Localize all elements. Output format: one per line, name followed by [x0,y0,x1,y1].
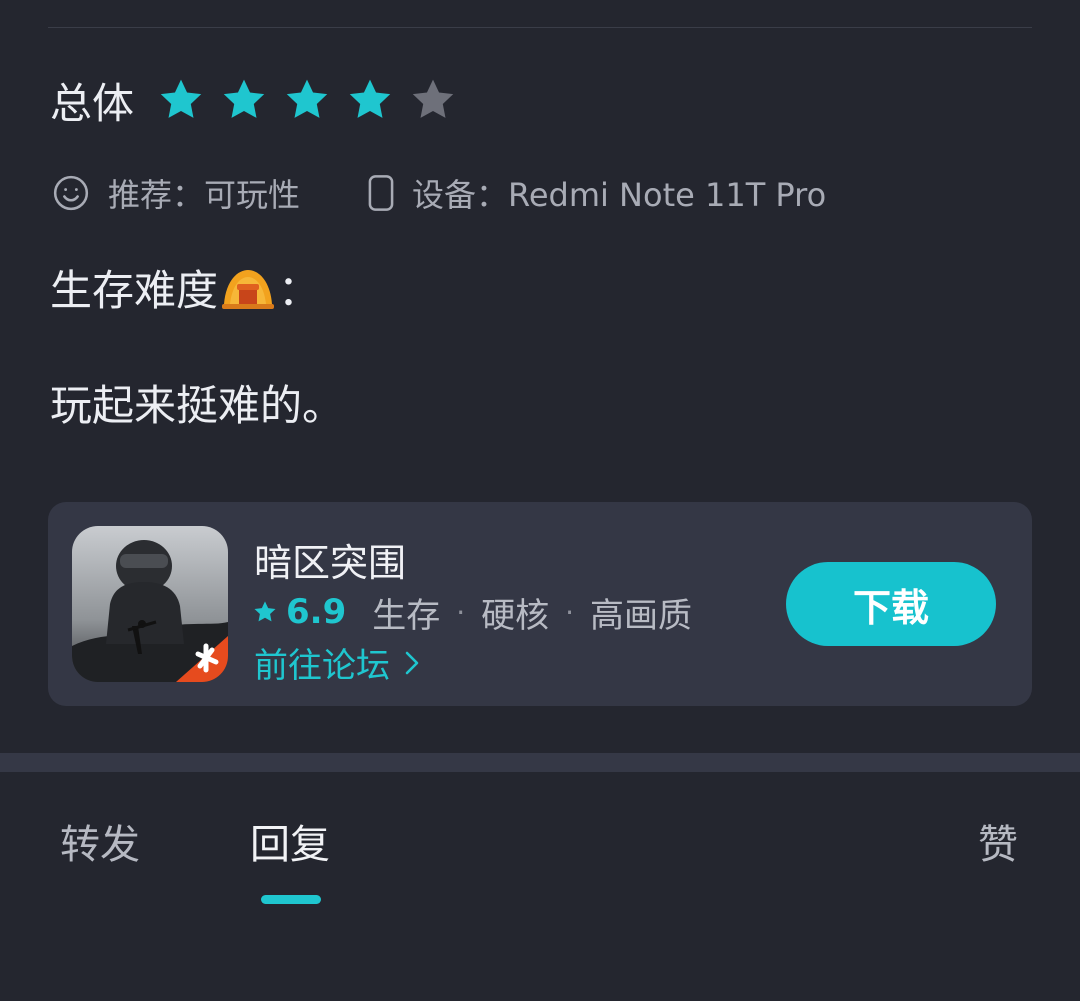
star-icon-1 [156,75,206,125]
review-meta: 推荐：可玩性 设备：Redmi Note 11T Pro [52,166,826,220]
tent-emoji-icon [220,262,276,312]
game-card[interactable]: 暗区突围 6.9 生存 · 硬核 · 高画质 前往论坛 下载 [48,502,1032,706]
phone-device-icon [366,174,396,212]
review-text-line-1: 生存难度 ： [50,258,320,316]
star-icon-3 [282,75,332,125]
game-tag-1: 生存 [372,595,441,636]
recommend-text: 推荐：可玩性 [108,176,301,214]
game-score: 6.9 [286,592,347,632]
smile-icon [52,174,90,212]
download-button[interactable]: 下载 [786,562,996,646]
game-tag-3: 高画质 [590,595,693,636]
forum-link[interactable]: 前往论坛 [254,638,422,687]
tab-reply[interactable]: 回复 [250,812,330,870]
rating-label: 总体 [50,78,135,128]
device-text: 设备：Redmi Note 11T Pro [412,176,827,214]
game-app-icon[interactable] [72,526,228,682]
star-icon-2 [219,75,269,125]
active-tab-indicator [261,895,321,904]
star-icon-4 [345,75,395,125]
rating-row: 总体 [50,70,471,130]
tab-forward[interactable]: 转发 [60,812,140,870]
tag-separator: · [456,595,466,629]
game-tag-2: 硬核 [481,595,550,636]
tab-like[interactable]: 赞 [978,812,1018,870]
section-separator [0,753,1080,772]
tag-separator: · [565,595,575,629]
score-star-icon [252,599,278,625]
forum-link-label: 前往论坛 [254,646,390,686]
game-stats: 6.9 生存 · 硬核 · 高画质 [252,588,692,636]
star-rating [156,75,471,125]
review-text-line-2: 玩起来挺难的。 [50,380,345,430]
review-line1-suffix: ： [278,265,321,315]
review-line1-prefix: 生存难度 [50,265,219,315]
game-title: 暗区突围 [254,541,407,585]
top-divider [48,27,1032,28]
chevron-right-icon [402,649,422,677]
star-icon-5 [408,75,458,125]
